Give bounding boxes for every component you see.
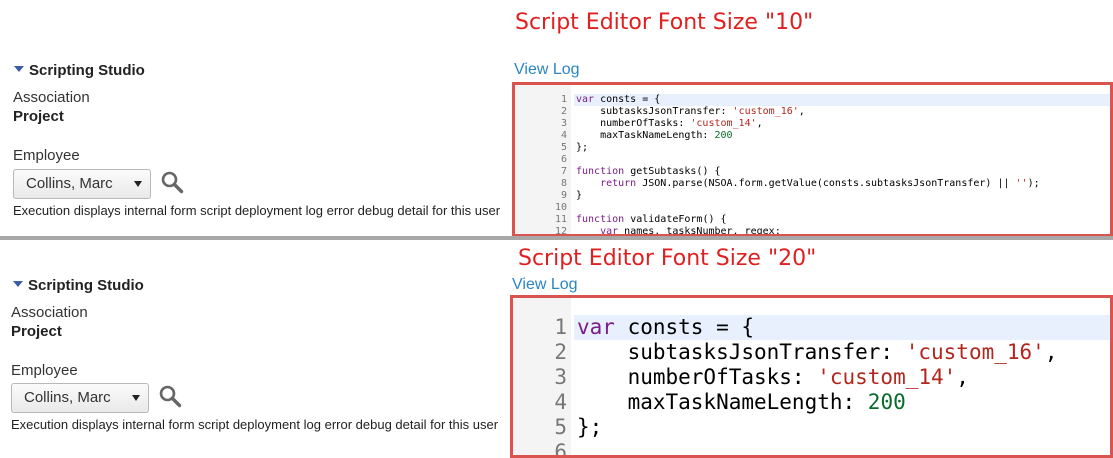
association-label: Association (13, 89, 90, 106)
code-token: JSON.parse(NSOA.form.getValue(consts.sub… (636, 178, 1016, 189)
panel-font-size-20: Script Editor Font Size "20" Scripting S… (0, 240, 1113, 458)
view-log-link[interactable]: View Log (512, 276, 578, 294)
code-line: subtasksJsonTransfer: 'custom_16', (577, 340, 1110, 365)
line-number: 2 (560, 106, 567, 117)
caret-down-icon (134, 181, 142, 187)
code-token: ); (1027, 178, 1040, 189)
code-area[interactable]: var consts = { subtasksJsonTransfer: 'cu… (576, 94, 1110, 234)
code-token: maxTaskNameLength: (576, 130, 715, 141)
line-number: 4 (554, 390, 567, 414)
line-number: 2 (554, 340, 567, 364)
code-token: 'custom_16' (905, 340, 1045, 364)
code-token: return (576, 178, 637, 189)
employee-select[interactable]: Collins, Marc (11, 383, 149, 413)
employee-label: Employee (13, 147, 80, 164)
code-token: var (577, 315, 615, 339)
line-number: 1 (554, 315, 567, 339)
employee-select[interactable]: Collins, Marc (13, 169, 151, 199)
caption-font-size-20: Script Editor Font Size "20" (518, 246, 817, 271)
line-number: 11 (554, 214, 567, 225)
line-number: 6 (560, 154, 567, 165)
code-token: 200 (867, 390, 906, 414)
section-header-scripting-studio[interactable]: Scripting Studio (14, 62, 145, 79)
code-token: 200 (714, 130, 733, 141)
section-title: Scripting Studio (29, 62, 145, 79)
line-number-gutter: 1 2 3 4 5 6 7 8 9 10 11 12 (515, 85, 571, 234)
code-token: 'custom_14' (817, 365, 957, 389)
caret-down-icon (132, 395, 140, 401)
line-number: 4 (560, 130, 567, 141)
line-number: 5 (554, 415, 567, 439)
code-line: maxTaskNameLength: 200 (577, 390, 1110, 415)
code-line: var consts = { (576, 94, 1110, 106)
code-line: function validateForm() { (576, 214, 1110, 226)
line-number: 10 (554, 202, 567, 213)
section-title: Scripting Studio (28, 277, 144, 294)
code-token: 'custom_14' (690, 118, 757, 129)
code-line: var consts = { (577, 315, 1110, 340)
code-token: } (576, 190, 583, 201)
line-number: 6 (554, 440, 567, 458)
employee-description: Execution displays internal form script … (13, 203, 501, 218)
code-line: numberOfTasks: 'custom_14', (576, 118, 1110, 130)
code-line: numberOfTasks: 'custom_14', (577, 365, 1110, 390)
code-token: }; (576, 142, 589, 153)
code-token: function (576, 166, 625, 177)
code-line: }; (576, 142, 1110, 154)
panel-font-size-10: Script Editor Font Size "10" Scripting S… (0, 0, 1113, 237)
line-number: 9 (560, 190, 567, 201)
line-number: 8 (560, 178, 567, 189)
code-token: function (576, 214, 625, 225)
code-token: var (576, 94, 595, 105)
code-token: '' (1015, 178, 1028, 189)
code-token: 'custom_16' (732, 106, 799, 117)
code-token: validateForm() { (624, 214, 727, 225)
code-token: numberOfTasks: (576, 118, 691, 129)
association-value: Project (11, 323, 62, 340)
code-area[interactable]: var consts = { subtasksJsonTransfer: 'cu… (577, 315, 1110, 455)
code-line: }; (577, 415, 1110, 440)
code-line: } (576, 190, 1110, 202)
employee-select-value: Collins, Marc (26, 175, 113, 192)
code-line: return JSON.parse(NSOA.form.getValue(con… (576, 178, 1110, 190)
code-token: , (1044, 340, 1058, 364)
employee-label: Employee (11, 362, 78, 379)
view-log-link[interactable]: View Log (514, 61, 580, 79)
line-number: 3 (560, 118, 567, 129)
employee-select-value: Collins, Marc (24, 389, 111, 406)
association-value: Project (13, 108, 64, 125)
section-header-scripting-studio[interactable]: Scripting Studio (13, 277, 144, 294)
code-token: , (756, 118, 763, 129)
code-token: getSubtasks() { (624, 166, 721, 177)
code-token: maxTaskNameLength: (577, 390, 868, 414)
code-token: }; (577, 415, 603, 439)
code-token: subtasksJsonTransfer: (577, 340, 906, 364)
code-line: maxTaskNameLength: 200 (576, 130, 1110, 142)
line-number: 5 (560, 142, 567, 153)
script-editor[interactable]: 123456 var consts = { subtasksJsonTransf… (510, 295, 1113, 458)
script-editor[interactable]: 1 2 3 4 5 6 7 8 9 10 11 12 var consts = { subtasksJ… (512, 82, 1113, 237)
code-token: , (956, 365, 969, 389)
caption-font-size-10: Script Editor Font Size "10" (515, 10, 814, 35)
line-number: 1 (560, 94, 567, 105)
code-line: subtasksJsonTransfer: 'custom_16', (576, 106, 1110, 118)
line-number: 3 (554, 365, 567, 389)
triangle-down-icon[interactable] (14, 66, 24, 73)
line-number-gutter: 123456 (513, 298, 571, 455)
code-token: , (798, 106, 805, 117)
code-line: function getSubtasks() { (576, 166, 1110, 178)
magnifier-icon[interactable] (158, 384, 182, 408)
triangle-down-icon[interactable] (13, 281, 23, 288)
code-token: consts = { (614, 315, 755, 339)
code-token: subtasksJsonTransfer: (576, 106, 733, 117)
association-label: Association (11, 304, 88, 321)
line-number: 7 (560, 166, 567, 177)
code-token: numberOfTasks: (577, 365, 818, 389)
magnifier-icon[interactable] (160, 170, 184, 194)
employee-description: Execution displays internal form script … (11, 417, 499, 432)
code-token: consts = { (594, 94, 661, 105)
